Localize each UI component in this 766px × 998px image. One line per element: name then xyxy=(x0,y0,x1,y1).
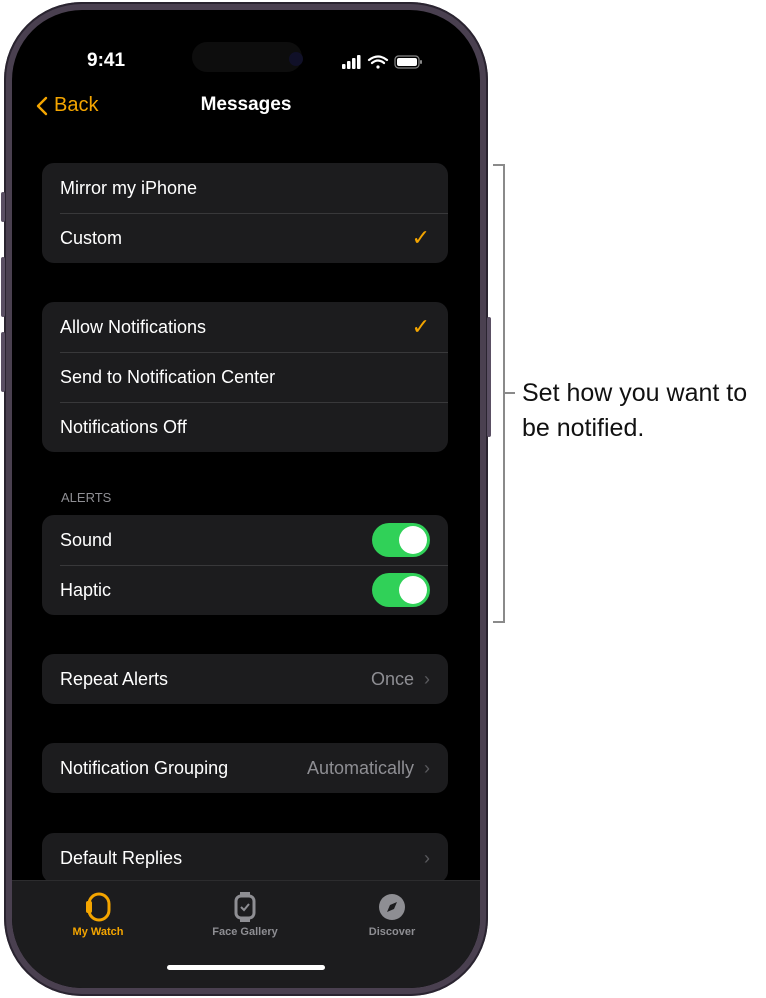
notification-grouping-group: Notification Grouping Automatically › xyxy=(42,743,448,793)
checkmark-icon: ✓ xyxy=(411,314,430,339)
side-button xyxy=(487,317,491,437)
tab-bar: My Watch Face Gallery Discover xyxy=(12,880,480,988)
option-label: Custom xyxy=(60,227,123,248)
tab-label: My Watch xyxy=(72,926,124,938)
camera-icon xyxy=(289,52,303,66)
option-label: Send to Notification Center xyxy=(60,366,276,387)
tab-label: Face Gallery xyxy=(212,926,278,938)
sound-toggle[interactable] xyxy=(372,523,430,557)
repeat-alerts-row[interactable]: Repeat Alerts Once › xyxy=(42,654,448,704)
mirror-group: Mirror my iPhone Custom ✓ xyxy=(42,163,448,263)
callout-leader-line xyxy=(505,392,515,394)
notification-grouping-value: Automatically xyxy=(306,757,414,778)
status-time: 9:41 xyxy=(87,50,126,71)
sound-label: Sound xyxy=(60,529,113,550)
option-label: Notifications Off xyxy=(60,416,187,437)
notification-grouping-label: Notification Grouping xyxy=(60,757,229,778)
callout-bracket xyxy=(493,164,505,623)
iphone-frame: 9:41 Messages Back Mirror my iPhone Cust… xyxy=(1,2,491,996)
option-label: Mirror my iPhone xyxy=(60,177,198,198)
wifi-icon xyxy=(367,55,389,69)
back-label: Back xyxy=(54,94,99,116)
battery-icon xyxy=(394,55,422,69)
navigation-bar: Messages Back xyxy=(12,94,480,124)
option-allow-notifications[interactable]: Allow Notifications ✓ xyxy=(42,302,448,352)
watch-face-icon xyxy=(234,892,256,922)
watch-icon xyxy=(86,892,111,922)
repeat-alerts-group: Repeat Alerts Once › xyxy=(42,654,448,704)
toggle-knob xyxy=(399,526,427,554)
status-bar: 9:41 xyxy=(12,42,480,74)
default-replies-label: Default Replies xyxy=(60,847,183,868)
volume-up-button xyxy=(1,257,5,317)
default-replies-group: Default Replies › xyxy=(42,833,448,883)
chevron-right-icon: › xyxy=(424,757,430,778)
notification-mode-group: Allow Notifications ✓ Send to Notificati… xyxy=(42,302,448,452)
notification-grouping-row[interactable]: Notification Grouping Automatically › xyxy=(42,743,448,793)
tab-my-watch[interactable]: My Watch xyxy=(38,891,158,938)
option-mirror-my-iphone[interactable]: Mirror my iPhone xyxy=(42,163,448,213)
volume-down-button xyxy=(1,332,5,392)
haptic-toggle[interactable] xyxy=(372,573,430,607)
option-label: Allow Notifications xyxy=(60,316,207,337)
alerts-section-header: ALERTS xyxy=(61,490,112,505)
chevron-left-icon xyxy=(36,96,48,115)
dynamic-island xyxy=(192,42,302,72)
haptic-row: Haptic xyxy=(42,565,448,615)
chevron-right-icon: › xyxy=(424,847,430,868)
action-button xyxy=(1,192,5,222)
cellular-signal-icon xyxy=(342,55,361,69)
tab-discover[interactable]: Discover xyxy=(332,891,452,938)
back-button[interactable]: Back xyxy=(36,94,98,117)
option-notifications-off[interactable]: Notifications Off xyxy=(42,402,448,452)
chevron-right-icon: › xyxy=(424,668,430,689)
compass-icon xyxy=(379,894,405,920)
checkmark-icon: ✓ xyxy=(411,225,430,250)
repeat-alerts-value: Once xyxy=(370,668,414,689)
default-replies-row[interactable]: Default Replies › xyxy=(42,833,448,883)
haptic-label: Haptic xyxy=(60,579,112,600)
option-custom[interactable]: Custom ✓ xyxy=(42,213,448,263)
repeat-alerts-label: Repeat Alerts xyxy=(60,668,169,689)
option-send-to-notification-center[interactable]: Send to Notification Center xyxy=(42,352,448,402)
screen: 9:41 Messages Back Mirror my iPhone Cust… xyxy=(12,10,480,988)
alerts-group: Sound Haptic xyxy=(42,515,448,615)
toggle-knob xyxy=(399,576,427,604)
tab-face-gallery[interactable]: Face Gallery xyxy=(185,891,305,938)
callout-text: Set how you want to be notified. xyxy=(522,379,748,442)
home-indicator[interactable] xyxy=(167,965,325,970)
status-icons xyxy=(342,55,422,69)
tab-label: Discover xyxy=(368,926,416,938)
sound-row: Sound xyxy=(42,515,448,565)
